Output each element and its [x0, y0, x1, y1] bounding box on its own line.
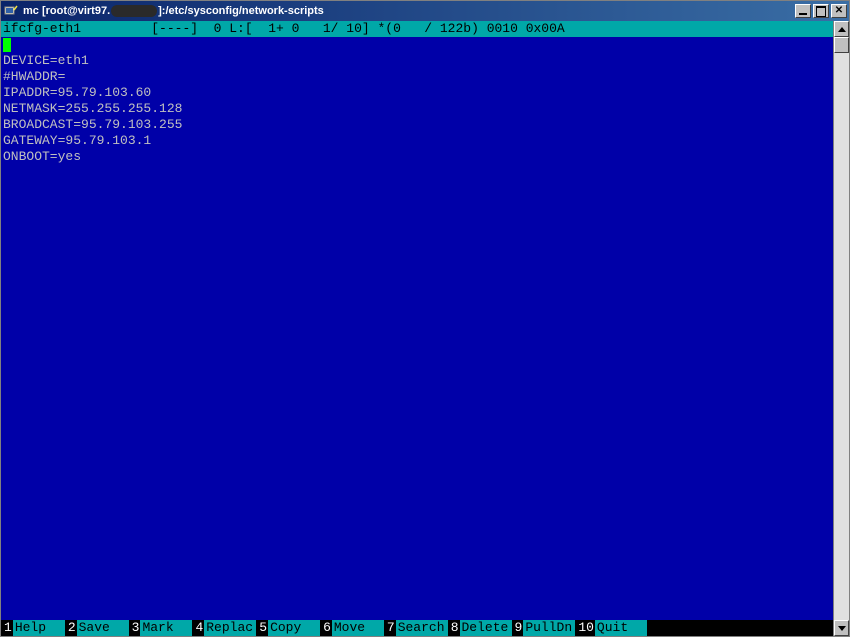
window-controls [795, 4, 847, 18]
file-line: IPADDR=95.79.103.60 [3, 85, 151, 100]
file-line: ONBOOT=yes [3, 149, 81, 164]
fn-save[interactable]: 2Save [65, 620, 129, 636]
file-line: #HWADDR= [3, 69, 65, 84]
fn-mark[interactable]: 3Mark [129, 620, 193, 636]
fn-move[interactable]: 6Move [320, 620, 384, 636]
fn-help[interactable]: 1Help [1, 620, 65, 636]
vertical-scrollbar[interactable] [833, 21, 849, 636]
obscured-hostname [111, 5, 157, 17]
minimize-button[interactable] [795, 4, 811, 18]
title-suffix: ]:/etc/sysconfig/network-scripts [158, 5, 324, 17]
window-title: mc [root@virt97. ]:/etc/sysconfig/network… [23, 5, 795, 17]
fn-number: 1 [1, 620, 13, 636]
fn-label: Mark [140, 620, 192, 636]
file-line: DEVICE=eth1 [3, 53, 89, 68]
scrollbar-thumb[interactable] [834, 37, 849, 53]
fn-number: 7 [384, 620, 396, 636]
fn-number: 10 [575, 620, 595, 636]
file-line: NETMASK=255.255.255.128 [3, 101, 182, 116]
fn-number: 8 [448, 620, 460, 636]
fn-number: 4 [192, 620, 204, 636]
putty-icon [3, 3, 19, 19]
window-titlebar[interactable]: mc [root@virt97. ]:/etc/sysconfig/network… [1, 1, 849, 21]
maximize-button[interactable] [813, 4, 829, 18]
fn-pulldn[interactable]: 9PullDn [512, 620, 576, 636]
fn-label: Save [77, 620, 129, 636]
scroll-up-button[interactable] [834, 21, 849, 37]
terminal-window: mc [root@virt97. ]:/etc/sysconfig/network… [0, 0, 850, 637]
fn-label: PullDn [523, 620, 575, 636]
terminal-content[interactable]: ifcfg-eth1 [----] 0 L:[ 1+ 0 1/ 10] *(0 … [1, 21, 833, 636]
fn-label: Search [396, 620, 448, 636]
fn-label: Copy [268, 620, 320, 636]
fn-label: Move [332, 620, 384, 636]
fn-delete[interactable]: 8Delete [448, 620, 512, 636]
text-cursor [3, 38, 11, 52]
editor-body[interactable]: DEVICE=eth1 #HWADDR= IPADDR=95.79.103.60… [1, 37, 833, 620]
status-filename: ifcfg-eth1 [3, 21, 81, 36]
close-button[interactable] [831, 4, 847, 18]
fn-search[interactable]: 7Search [384, 620, 448, 636]
fn-quit[interactable]: 10Quit [575, 620, 647, 636]
status-info: [----] 0 L:[ 1+ 0 1/ 10] *(0 / 122b) 001… [151, 21, 564, 36]
editor-status-line: ifcfg-eth1 [----] 0 L:[ 1+ 0 1/ 10] *(0 … [1, 21, 833, 37]
terminal-main: ifcfg-eth1 [----] 0 L:[ 1+ 0 1/ 10] *(0 … [1, 21, 849, 636]
file-line: GATEWAY=95.79.103.1 [3, 133, 151, 148]
fn-number: 3 [129, 620, 141, 636]
function-key-bar: 1Help 2Save 3Mark 4Replac 5Copy 6Move 7S… [1, 620, 833, 636]
fn-number: 9 [512, 620, 524, 636]
fn-number: 2 [65, 620, 77, 636]
fn-label: Delete [460, 620, 512, 636]
fn-copy[interactable]: 5Copy [256, 620, 320, 636]
file-line: BROADCAST=95.79.103.255 [3, 117, 182, 132]
fn-label: Help [13, 620, 65, 636]
fn-replace[interactable]: 4Replac [192, 620, 256, 636]
scroll-down-button[interactable] [834, 620, 849, 636]
scrollbar-track[interactable] [834, 37, 849, 620]
fn-number: 6 [320, 620, 332, 636]
fn-label: Quit [595, 620, 647, 636]
fn-number: 5 [256, 620, 268, 636]
title-prefix: mc [root@virt97. [23, 5, 110, 17]
fn-label: Replac [204, 620, 256, 636]
